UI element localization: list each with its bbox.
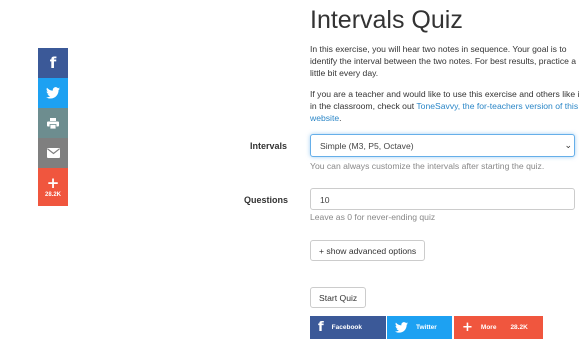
twitter-icon <box>395 322 408 333</box>
chevron-down-icon: ⌄ <box>564 140 572 150</box>
start-quiz-button[interactable]: Start Quiz <box>310 287 367 308</box>
teacher-suffix: . <box>339 113 342 123</box>
intervals-select[interactable]: Simple (M3, P5, Octave) ⌄ <box>310 134 575 157</box>
facebook-icon: f <box>49 53 57 72</box>
share-sidebar: f + 28.2K <box>38 48 68 206</box>
more-label: More <box>480 324 497 331</box>
facebook-icon: f <box>318 320 324 335</box>
show-advanced-options-button[interactable]: + show advanced options <box>310 240 426 261</box>
bottom-share-twitter-button[interactable]: Twitter <box>387 316 452 339</box>
plus-icon: + <box>46 174 60 192</box>
intro-paragraph: In this exercise, you will hear two note… <box>310 44 577 78</box>
share-email-button[interactable] <box>38 138 68 168</box>
share-more-button[interactable]: + 28.2K <box>38 168 68 206</box>
email-icon <box>46 148 60 158</box>
plus-icon: + <box>462 320 473 335</box>
intervals-selected-value: Simple (M3, P5, Octave) <box>320 141 414 151</box>
more-count: 28.2K <box>510 324 528 331</box>
share-facebook-button[interactable]: f <box>38 48 68 78</box>
teacher-paragraph: If you are a teacher and would like to u… <box>310 88 579 124</box>
facebook-label: Facebook <box>331 324 362 331</box>
twitter-label: Twitter <box>416 324 437 331</box>
questions-input[interactable]: 10 <box>310 188 575 210</box>
print-icon <box>47 117 59 129</box>
bottom-share-facebook-button[interactable]: f Facebook <box>310 316 386 339</box>
questions-label: Questions <box>244 195 289 205</box>
share-print-button[interactable] <box>38 108 68 138</box>
twitter-icon <box>46 87 60 99</box>
page-title: Intervals Quiz <box>310 6 463 34</box>
share-twitter-button[interactable] <box>38 78 68 108</box>
bottom-share-more-button[interactable]: + More 28.2K <box>454 316 543 339</box>
share-count: 28.2K <box>44 192 61 198</box>
questions-help: Leave as 0 for never-ending quiz <box>310 212 436 222</box>
intervals-help: You can always customize the intervals a… <box>310 161 545 171</box>
intervals-label: Intervals <box>250 141 288 151</box>
